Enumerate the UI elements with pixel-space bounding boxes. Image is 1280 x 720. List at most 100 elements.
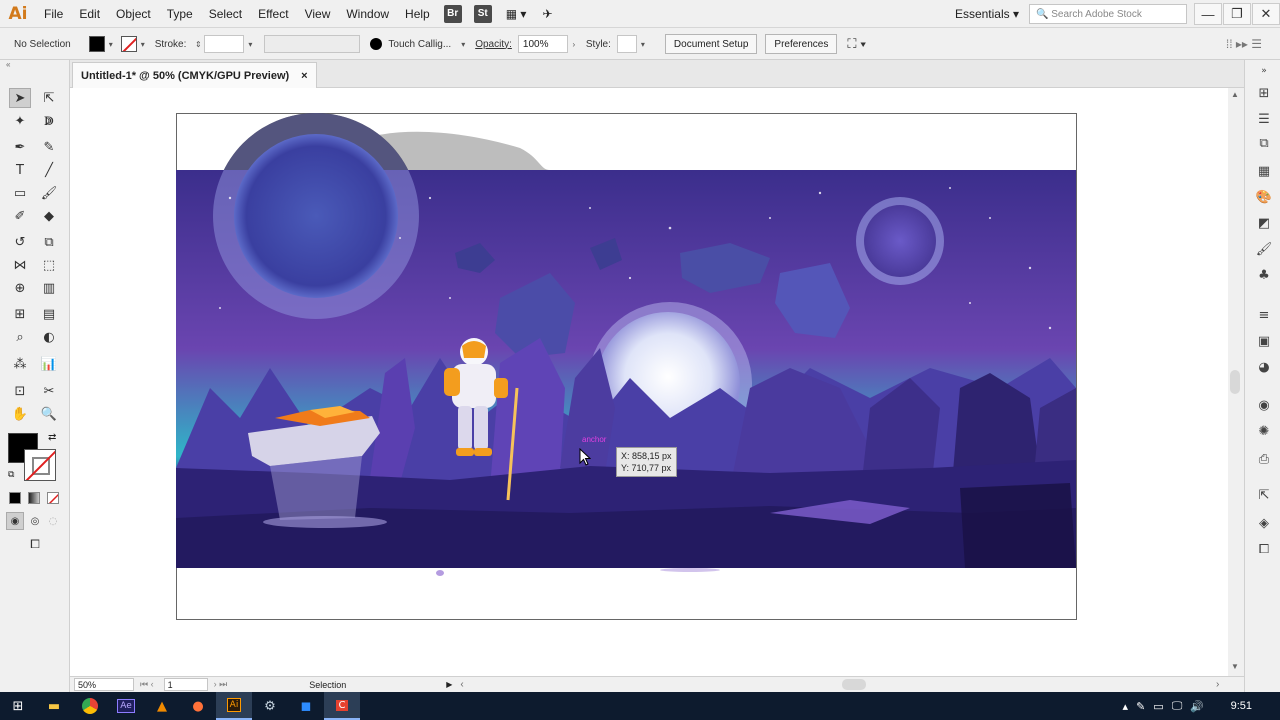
direct-selection-tool-icon[interactable]: ⇱ bbox=[38, 88, 60, 108]
menu-edit[interactable]: Edit bbox=[71, 0, 108, 28]
tray-volume-icon[interactable]: 🔊 bbox=[1190, 700, 1204, 713]
gradient-mode-icon[interactable] bbox=[28, 492, 40, 504]
recorder-icon[interactable]: C bbox=[324, 692, 360, 720]
opacity-label[interactable]: Opacity: bbox=[475, 39, 512, 50]
brushes-panel-icon[interactable]: 🖌 bbox=[1255, 240, 1273, 258]
mesh-tool-icon[interactable]: ⊞ bbox=[9, 304, 31, 324]
stroke-stepper[interactable]: ⇕ bbox=[192, 40, 204, 49]
artboard-nav-first-icon[interactable]: ⏮ ‹ bbox=[140, 679, 154, 690]
artboards-panel-icon[interactable]: ⊞ bbox=[1255, 84, 1273, 102]
blend-tool-icon[interactable]: ◐ bbox=[38, 327, 60, 347]
windows-start-icon[interactable]: ⊞ bbox=[0, 692, 36, 720]
graphic-styles-panel-icon[interactable]: ✺ bbox=[1255, 422, 1273, 440]
lasso-tool-icon[interactable]: ↇ bbox=[38, 111, 60, 131]
tray-pen-icon[interactable]: ✎ bbox=[1136, 700, 1145, 713]
artboard-nav-last-icon[interactable]: › ⏭ bbox=[214, 679, 228, 690]
variable-width-profile[interactable] bbox=[264, 35, 361, 53]
free-transform-tool-icon[interactable]: ⬚ bbox=[38, 255, 60, 275]
collapse-panels-icon[interactable]: » bbox=[1255, 62, 1273, 80]
shape-builder-tool-icon[interactable]: ⊕ bbox=[9, 278, 31, 298]
default-fill-stroke-icon[interactable]: ⧉ bbox=[8, 469, 14, 480]
width-tool-icon[interactable]: ⋈ bbox=[9, 255, 31, 275]
chrome-icon[interactable] bbox=[72, 692, 108, 720]
asset-export-panel-icon[interactable]: ⎙ bbox=[1255, 450, 1273, 468]
hand-tool-icon[interactable]: ✋ bbox=[9, 404, 31, 424]
after-effects-icon[interactable]: Ae bbox=[108, 692, 144, 720]
line-tool-icon[interactable]: ╱ bbox=[38, 160, 60, 180]
column-graph-tool-icon[interactable]: 📊 bbox=[38, 354, 60, 374]
rectangle-tool-icon[interactable]: ▭ bbox=[9, 183, 31, 203]
gradient-tool-icon[interactable]: ▤ bbox=[38, 304, 60, 324]
symbols-panel-icon[interactable]: ♣ bbox=[1255, 266, 1273, 284]
toolbox-grip-icon[interactable]: « bbox=[0, 60, 69, 70]
firefox-icon[interactable]: ● bbox=[180, 692, 216, 720]
fill-dropdown-icon[interactable]: ▾ bbox=[105, 40, 117, 49]
gradient-panel-icon[interactable]: ▣ bbox=[1255, 332, 1273, 350]
opacity-arrow-icon[interactable]: › bbox=[568, 40, 580, 49]
pen-tool-icon[interactable]: ✒ bbox=[9, 137, 31, 157]
steam-icon[interactable]: ⚙ bbox=[252, 692, 288, 720]
fill-swatch[interactable] bbox=[88, 36, 105, 52]
paintbrush-tool-icon[interactable]: 🖌 bbox=[38, 183, 60, 203]
curvature-tool-icon[interactable]: ✎ bbox=[38, 137, 60, 157]
export-panel-icon[interactable]: ⇱ bbox=[1255, 486, 1273, 504]
menu-window[interactable]: Window bbox=[338, 0, 397, 28]
document-tab[interactable]: Untitled-1* @ 50% (CMYK/GPU Preview) × bbox=[72, 62, 317, 88]
tray-monitor-icon[interactable]: 🖵 bbox=[1172, 699, 1183, 713]
scroll-up-icon[interactable]: ▲ bbox=[1231, 90, 1239, 99]
color-mode-icon[interactable] bbox=[9, 492, 21, 504]
scroll-down-icon[interactable]: ▼ bbox=[1231, 662, 1239, 671]
stroke-dropdown-icon[interactable]: ▾ bbox=[137, 40, 149, 49]
links-panel-icon[interactable]: ⧠ bbox=[1255, 540, 1273, 558]
workspace-switcher[interactable]: Essentials ▾ bbox=[945, 7, 1029, 21]
stroke-weight-input[interactable] bbox=[204, 35, 245, 53]
type-tool-icon[interactable]: T bbox=[9, 160, 31, 180]
artboard-tool-icon[interactable]: ⊡ bbox=[9, 381, 31, 401]
horizontal-scroll-thumb[interactable] bbox=[842, 679, 866, 690]
transform-icon[interactable]: ⛶ ▾ bbox=[847, 36, 866, 52]
eraser-tool-icon[interactable]: ◆ bbox=[38, 206, 60, 226]
minimize-button[interactable]: — bbox=[1194, 3, 1222, 25]
layers-panel-icon[interactable]: ◈ bbox=[1255, 514, 1273, 532]
vertical-scroll-thumb[interactable] bbox=[1230, 370, 1240, 394]
restore-button[interactable]: ❐ bbox=[1223, 3, 1251, 25]
space-illustration[interactable] bbox=[70, 88, 1228, 676]
screen-mode-icon[interactable]: ⧠ bbox=[23, 535, 47, 553]
gpu-performance-icon[interactable]: ✈ bbox=[534, 0, 560, 28]
stroke-swatch[interactable] bbox=[120, 36, 137, 52]
rotate-tool-icon[interactable]: ↺ bbox=[9, 232, 31, 252]
taskbar-clock[interactable]: 9:51 bbox=[1231, 692, 1252, 720]
perspective-grid-tool-icon[interactable]: ▥ bbox=[38, 278, 60, 298]
bridge-button[interactable]: Br bbox=[443, 4, 462, 23]
magic-wand-tool-icon[interactable]: ✦ bbox=[9, 111, 31, 131]
color-guide-panel-icon[interactable]: ◩ bbox=[1255, 214, 1273, 232]
opacity-input[interactable]: 100% bbox=[517, 35, 568, 53]
slice-tool-icon[interactable]: ✂ bbox=[38, 381, 60, 401]
status-menu-arrow-icon[interactable]: ▶ bbox=[446, 680, 452, 689]
brush-dropdown-icon[interactable]: ▾ bbox=[457, 40, 469, 49]
appearance-panel-icon[interactable]: ◉ bbox=[1255, 396, 1273, 414]
stroke-color-box[interactable] bbox=[24, 449, 56, 481]
tray-network-icon[interactable]: ▴ bbox=[1123, 700, 1129, 713]
transparency-panel-icon[interactable]: ◕ bbox=[1255, 358, 1273, 376]
vertical-scrollbar[interactable]: ▲ ▼ bbox=[1228, 88, 1244, 676]
stroke-panel-icon[interactable]: ≡ bbox=[1255, 306, 1273, 324]
pathfinder-panel-icon[interactable]: ⧉ bbox=[1255, 134, 1273, 152]
draw-inside-icon[interactable]: ◌ bbox=[44, 512, 62, 530]
brush-definition[interactable]: Touch Callig... bbox=[388, 39, 451, 50]
draw-behind-icon[interactable]: ◎ bbox=[26, 512, 44, 530]
stroke-weight-dropdown-icon[interactable]: ▾ bbox=[244, 40, 256, 49]
draw-normal-icon[interactable]: ◉ bbox=[6, 512, 24, 530]
current-tool-status[interactable]: Selection bbox=[309, 680, 346, 690]
style-swatch[interactable] bbox=[616, 35, 637, 53]
preferences-button[interactable]: Preferences bbox=[765, 34, 838, 54]
file-explorer-icon[interactable]: ▬ bbox=[36, 692, 72, 720]
arrange-documents-icon[interactable]: ▦ ▾ bbox=[498, 0, 535, 28]
menu-object[interactable]: Object bbox=[108, 0, 159, 28]
illustrator-taskbar-icon[interactable]: Ai bbox=[216, 692, 252, 720]
close-window-button[interactable]: ✕ bbox=[1252, 3, 1280, 25]
zoom-tool-icon[interactable]: 🔍 bbox=[38, 404, 60, 424]
panel-menu-icon[interactable]: ⁞⁞ ▸▸ ☰ bbox=[1226, 37, 1262, 51]
swatches-panel-icon[interactable]: ▦ bbox=[1255, 162, 1273, 180]
color-themes-panel-icon[interactable]: 🎨 bbox=[1255, 188, 1273, 206]
